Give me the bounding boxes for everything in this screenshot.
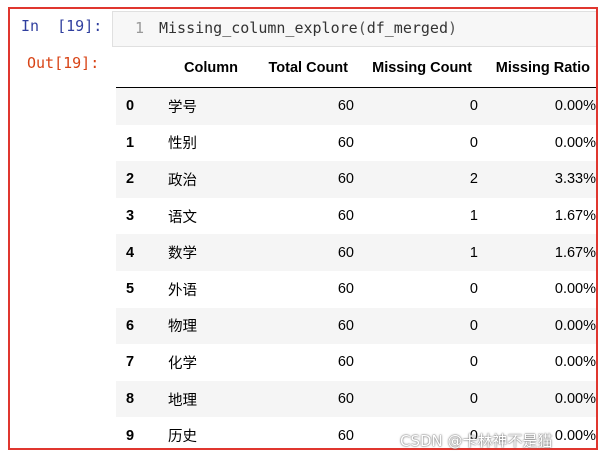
cell-missing-ratio: 0.00% xyxy=(554,391,596,408)
cell-total-count: 60 xyxy=(337,427,354,444)
table-row: 4 数学 60 1 1.67% xyxy=(116,234,596,271)
cell-total-count: 60 xyxy=(337,208,354,225)
notebook-cell-frame: In [19]: 1 Missing_column_explore(df_mer… xyxy=(8,7,598,450)
row-index: 9 xyxy=(126,427,135,444)
cell-missing-ratio: 1.67% xyxy=(554,208,596,225)
table-row: 8 地理 60 0 0.00% xyxy=(116,380,596,418)
header-total-count: Total Count xyxy=(256,49,354,88)
input-prompt: In [19]: xyxy=(21,17,103,35)
cell-missing-count: 0 xyxy=(469,98,478,115)
cell-missing-count: 0 xyxy=(469,134,478,151)
cell-missing-count: 2 xyxy=(469,171,478,188)
cell-total-count: 60 xyxy=(337,391,354,408)
cell-missing-ratio: 0.00% xyxy=(554,98,596,115)
cell-missing-count: 0 xyxy=(469,281,478,298)
row-index: 2 xyxy=(126,171,135,188)
cell-column: 化学 xyxy=(168,355,197,372)
cell-missing-ratio: 3.33% xyxy=(554,171,596,188)
dataframe-table: Column Total Count Missing Count Missing… xyxy=(116,49,596,448)
table-row: 2 政治 60 2 3.33% xyxy=(116,161,596,198)
cell-total-count: 60 xyxy=(337,134,354,151)
cell-missing-ratio: 1.67% xyxy=(554,244,596,261)
row-index: 7 xyxy=(126,354,135,371)
row-index: 0 xyxy=(126,98,135,115)
row-index: 4 xyxy=(126,244,135,261)
cell-missing-ratio: 0.00% xyxy=(554,281,596,298)
code-line[interactable]: Missing_column_explore(df_merged) xyxy=(159,19,457,37)
code-input-area[interactable]: 1 Missing_column_explore(df_merged) xyxy=(112,11,596,47)
table-row: 1 性别 60 0 0.00% xyxy=(116,125,596,162)
cell-missing-ratio: 0.00% xyxy=(554,317,596,334)
table-row: 6 物理 60 0 0.00% xyxy=(116,307,596,345)
table-row: 3 语文 60 1 1.67% xyxy=(116,198,596,235)
cell-missing-count: 0 xyxy=(469,317,478,334)
table-row: 7 化学 60 0 0.00% xyxy=(116,344,596,381)
cell-column: 地理 xyxy=(168,392,197,409)
cell-missing-count: 1 xyxy=(469,244,478,261)
cell-total-count: 60 xyxy=(337,354,354,371)
cell-missing-ratio: 0.00% xyxy=(554,354,596,371)
row-index: 3 xyxy=(126,208,135,225)
cell-column: 语文 xyxy=(168,209,197,226)
code-function-name: Missing_column_explore xyxy=(159,19,358,37)
output-prompt: Out[19]: xyxy=(27,54,100,72)
row-index: 8 xyxy=(126,391,135,408)
cell-total-count: 60 xyxy=(337,281,354,298)
code-argument: df_merged xyxy=(366,19,448,37)
watermark: CSDN @卡林神不是猫 xyxy=(400,432,553,450)
cell-column: 物理 xyxy=(168,319,197,336)
cell-column: 历史 xyxy=(168,429,197,446)
cell-total-count: 60 xyxy=(337,317,354,334)
cell-total-count: 60 xyxy=(337,98,354,115)
cell-missing-count: 1 xyxy=(469,208,478,225)
cell-column: 学号 xyxy=(168,99,197,116)
cell-total-count: 60 xyxy=(337,171,354,188)
table-header-row: Column Total Count Missing Count Missing… xyxy=(116,49,596,88)
cell-column: 外语 xyxy=(168,282,197,299)
cell-column: 性别 xyxy=(168,136,197,153)
cell-column: 政治 xyxy=(168,172,197,189)
cell-missing-count: 0 xyxy=(469,354,478,371)
table-row: 0 学号 60 0 0.00% xyxy=(116,87,596,125)
cell-column: 数学 xyxy=(168,246,197,263)
line-number: 1 xyxy=(135,19,145,37)
row-index: 6 xyxy=(126,317,135,334)
code-open-paren: ( xyxy=(357,19,367,37)
header-column: Column xyxy=(168,49,256,88)
header-index xyxy=(116,49,168,88)
code-close-paren: ) xyxy=(448,19,458,37)
cell-total-count: 60 xyxy=(337,244,354,261)
row-index: 5 xyxy=(126,281,135,298)
cell-missing-count: 0 xyxy=(469,391,478,408)
header-missing-count: Missing Count xyxy=(354,49,478,88)
cell-missing-ratio: 0.00% xyxy=(554,134,596,151)
table-row: 5 外语 60 0 0.00% xyxy=(116,271,596,308)
header-missing-ratio: Missing Ratio xyxy=(478,49,596,88)
row-index: 1 xyxy=(126,134,135,151)
